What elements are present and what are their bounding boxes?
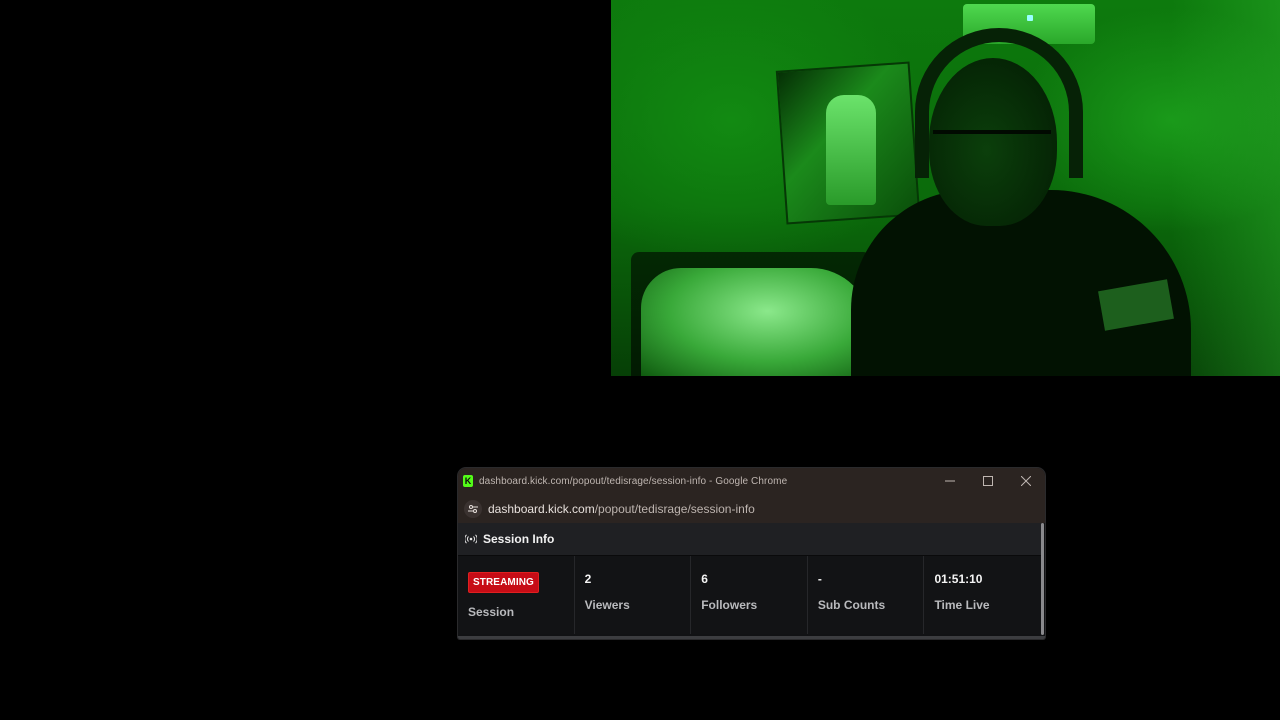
stats-row: STREAMING Session 2 Viewers 6 Followers … — [458, 556, 1042, 634]
stat-label: Sub Counts — [817, 598, 886, 612]
minimize-icon — [945, 480, 955, 482]
url-host: dashboard.kick.com — [488, 501, 595, 516]
tune-icon — [468, 504, 478, 513]
session-info-panel: Session Info STREAMING Session 2 Viewers… — [458, 523, 1042, 639]
close-button[interactable] — [1007, 468, 1045, 494]
stat-label: Viewers — [584, 598, 630, 612]
stat-label: Time Live — [934, 598, 990, 612]
maximize-icon — [983, 476, 993, 486]
status-badge: STREAMING — [468, 572, 539, 593]
webcam-poster-statue — [826, 95, 876, 205]
stat-label: Followers — [701, 598, 758, 612]
webcam-feed — [611, 0, 1280, 376]
window-title: dashboard.kick.com/popout/tedisrage/sess… — [479, 475, 788, 487]
stat-followers: 6 Followers — [691, 556, 808, 634]
webcam-pillow — [641, 268, 871, 376]
close-icon — [1021, 476, 1031, 486]
webcam-glasses — [933, 130, 1051, 168]
stat-sub-counts: - Sub Counts — [807, 556, 925, 634]
scrollbar[interactable] — [1041, 523, 1044, 635]
panel-title: Session Info — [483, 532, 555, 546]
url-text[interactable]: dashboard.kick.com/popout/tedisrage/sess… — [488, 502, 755, 516]
stat-value: 2 — [584, 572, 592, 586]
url-path: /popout/tedisrage/session-info — [594, 501, 755, 516]
stat-value: - — [817, 572, 822, 586]
window-bottom-border — [458, 636, 1045, 639]
stat-value: 01:51:10 — [934, 572, 983, 586]
stat-session: STREAMING Session — [458, 556, 575, 634]
webcam-ac-led — [1027, 15, 1033, 21]
address-bar[interactable]: dashboard.kick.com/popout/tedisrage/sess… — [458, 494, 1045, 523]
site-info-button[interactable] — [464, 499, 482, 518]
broadcast-icon — [465, 534, 477, 544]
stat-time-live: 01:51:10 Time Live — [924, 556, 1042, 634]
panel-header: Session Info — [458, 523, 1041, 556]
minimize-button[interactable] — [931, 468, 969, 494]
window-controls — [931, 468, 1045, 494]
chrome-popup-window: K dashboard.kick.com/popout/tedisrage/se… — [458, 468, 1045, 639]
window-titlebar[interactable]: K dashboard.kick.com/popout/tedisrage/se… — [458, 468, 1045, 494]
maximize-button[interactable] — [969, 468, 1007, 494]
stat-viewers: 2 Viewers — [574, 556, 692, 634]
stat-label: Session — [468, 605, 515, 619]
stat-value: 6 — [701, 572, 708, 586]
kick-favicon-icon: K — [463, 475, 473, 487]
